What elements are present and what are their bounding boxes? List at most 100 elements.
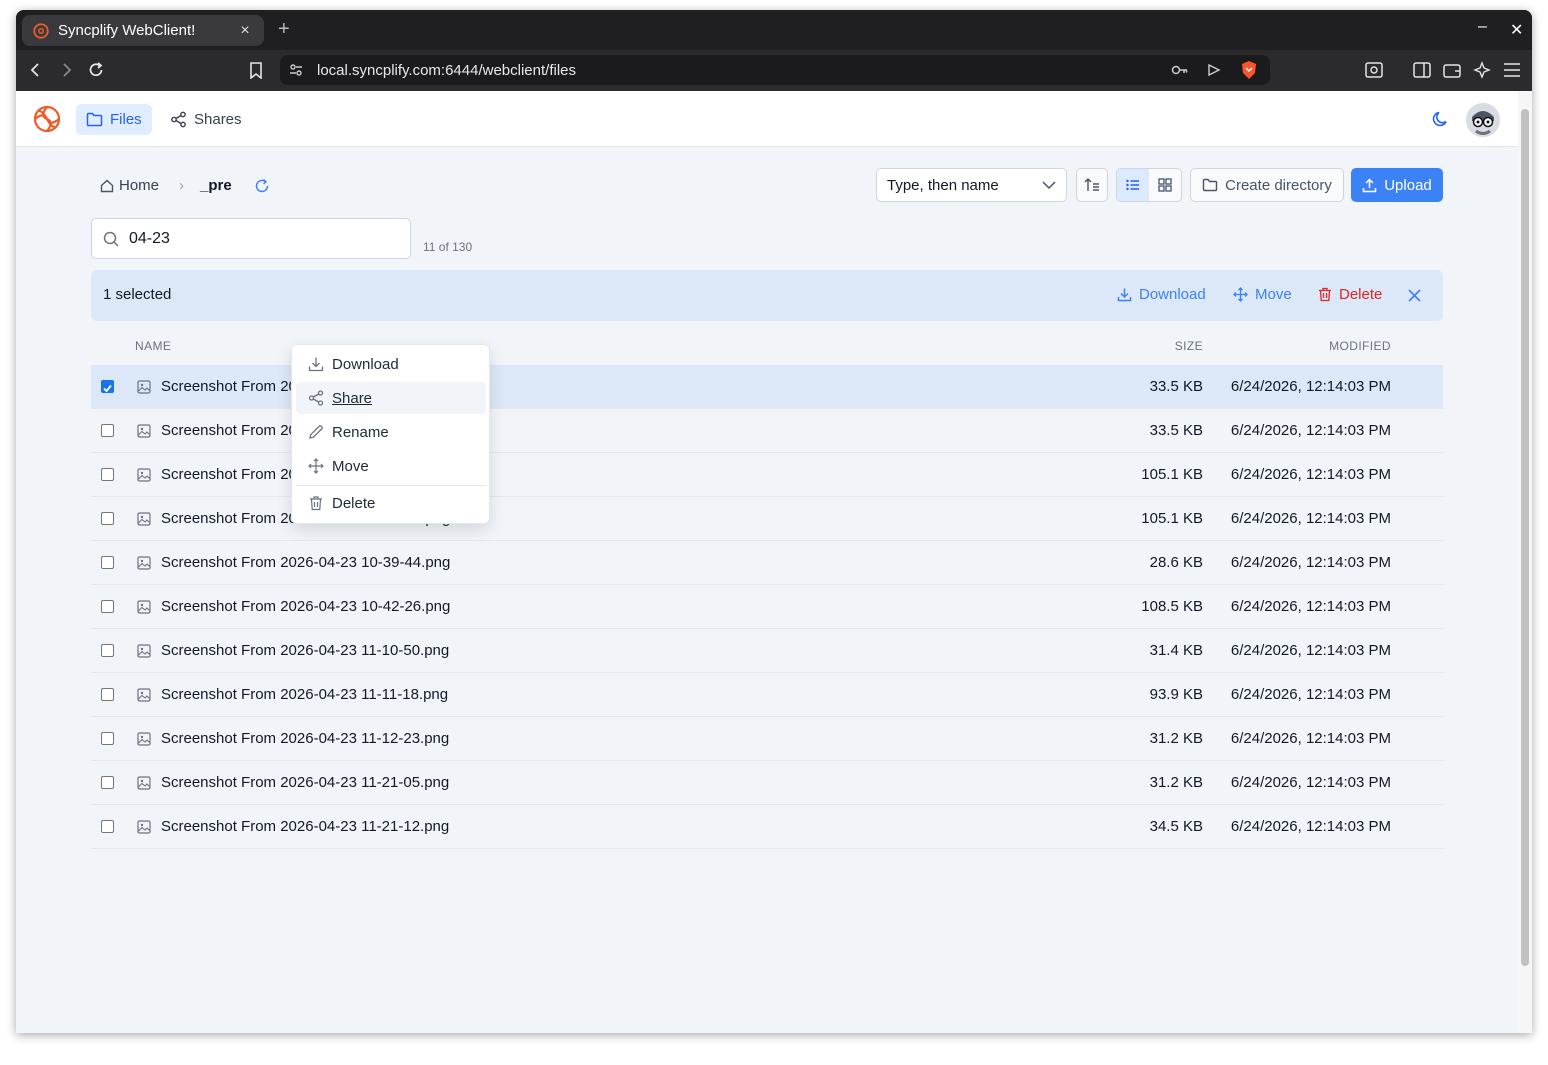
key-icon[interactable]	[1171, 63, 1189, 77]
file-name[interactable]: Screenshot From 2026-04-23 11-11-18.png	[161, 686, 448, 703]
user-avatar[interactable]	[1466, 103, 1500, 137]
tab-title: Syncplify WebClient!	[58, 22, 196, 39]
brave-shield-icon[interactable]	[1240, 60, 1258, 80]
forward-icon[interactable]	[54, 58, 78, 82]
menu-item-share-label: Share	[332, 389, 373, 407]
refresh-icon[interactable]	[254, 178, 270, 194]
menu-icon[interactable]	[1500, 58, 1524, 82]
table-row[interactable]: Screenshot From 2026-04-23 11-10-50.png 3…	[91, 629, 1443, 673]
nav-files-tab[interactable]: Files	[76, 104, 152, 135]
breadcrumb: Home › _pre	[100, 177, 270, 194]
new-tab-button[interactable]: +	[278, 19, 290, 39]
sidebar-toggle-icon[interactable]	[1410, 58, 1434, 82]
row-checkbox[interactable]	[101, 644, 114, 657]
file-modified: 6/24/2026, 12:14:03 PM	[1230, 730, 1391, 747]
leo-ai-icon[interactable]	[1470, 58, 1494, 82]
breadcrumb-current: _pre	[200, 177, 232, 194]
row-checkbox[interactable]	[101, 424, 114, 437]
window-close-button[interactable]: ✕	[1510, 20, 1523, 40]
table-row[interactable]: Screenshot From 2026-04-23 10-42-26.png 1…	[91, 585, 1443, 629]
row-checkbox[interactable]	[101, 600, 114, 613]
file-name[interactable]: Screenshot From 20	[161, 422, 297, 439]
move-icon	[308, 458, 324, 474]
bookmark-icon[interactable]	[244, 58, 268, 82]
bulk-delete-button[interactable]: Delete	[1318, 286, 1382, 303]
file-name[interactable]: Screenshot From 2026-04-23 11-10-50.png	[161, 642, 449, 659]
wallet-icon[interactable]	[1440, 58, 1464, 82]
row-checkbox[interactable]	[101, 380, 114, 393]
dark-mode-moon-icon[interactable]	[1432, 110, 1450, 128]
bulk-move-label: Move	[1255, 286, 1292, 303]
syncplify-logo[interactable]	[32, 104, 62, 134]
search-icon	[103, 231, 119, 247]
row-checkbox[interactable]	[101, 556, 114, 569]
nav-files-label: Files	[110, 111, 142, 128]
back-icon[interactable]	[24, 58, 48, 82]
screenshot-icon[interactable]	[1362, 58, 1386, 82]
file-name[interactable]: Screenshot From 2026-04-23 10-39-44.png	[161, 554, 450, 571]
site-settings-icon[interactable]	[289, 63, 303, 77]
app-header: Files Shares	[16, 91, 1518, 147]
row-checkbox[interactable]	[101, 468, 114, 481]
list-view-button[interactable]	[1117, 169, 1149, 201]
selection-bar: 1 selected Download Move Delete	[91, 270, 1443, 321]
sort-select-value: Type, then name	[887, 176, 999, 194]
chevron-down-icon	[1042, 181, 1056, 189]
menu-item-download-label: Download	[332, 355, 399, 373]
bulk-download-button[interactable]: Download	[1117, 286, 1206, 303]
image-file-icon	[137, 556, 151, 570]
breadcrumb-separator: ›	[179, 177, 185, 194]
file-size: 33.5 KB	[1149, 422, 1203, 439]
row-checkbox[interactable]	[101, 732, 114, 745]
nav-shares-tab[interactable]: Shares	[160, 104, 252, 135]
scrollbar-thumb[interactable]	[1521, 109, 1529, 966]
address-bar[interactable]: local.syncplify.com:6444/webclient/files	[280, 55, 1270, 85]
sort-ascending-icon	[1084, 178, 1099, 191]
row-checkbox[interactable]	[101, 820, 114, 833]
file-name[interactable]: Screenshot From 20	[161, 466, 297, 483]
send-icon[interactable]	[1207, 63, 1221, 77]
menu-item-delete[interactable]: Delete	[296, 487, 486, 519]
column-modified-header[interactable]: MODIFIED	[1329, 339, 1391, 353]
sort-select[interactable]: Type, then name	[876, 168, 1067, 202]
menu-item-download[interactable]: Download	[296, 348, 486, 380]
menu-item-rename[interactable]: Rename	[296, 416, 486, 448]
search-field[interactable]: 04-23	[91, 218, 411, 259]
browser-tab[interactable]: Syncplify WebClient! ×	[22, 15, 264, 46]
bulk-move-button[interactable]: Move	[1233, 286, 1292, 303]
table-row[interactable]: Screenshot From 2026-04-23 11-11-18.png 9…	[91, 673, 1443, 717]
home-icon[interactable]	[100, 179, 114, 193]
sort-direction-button[interactable]	[1076, 168, 1108, 202]
row-checkbox[interactable]	[101, 512, 114, 525]
file-name[interactable]: Screenshot From 2026-04-23 10-42-26.png	[161, 598, 450, 615]
menu-item-share[interactable]: Share	[296, 382, 486, 414]
reload-icon[interactable]	[84, 58, 108, 82]
breadcrumb-home[interactable]: Home	[119, 177, 159, 194]
clear-selection-close-icon[interactable]	[1408, 289, 1421, 302]
file-name[interactable]: Screenshot From 2026-04-23 11-21-05.png	[161, 774, 449, 791]
column-size-header[interactable]: SIZE	[1175, 339, 1203, 353]
upload-button[interactable]: Upload	[1351, 168, 1443, 202]
row-checkbox[interactable]	[101, 688, 114, 701]
table-row[interactable]: Screenshot From 2026-04-23 11-21-05.png 3…	[91, 761, 1443, 805]
minimize-button[interactable]: –	[1478, 18, 1487, 36]
row-checkbox[interactable]	[101, 776, 114, 789]
image-file-icon	[137, 468, 151, 482]
page-scrollbar[interactable]	[1518, 91, 1532, 1033]
tab-close-icon[interactable]: ×	[236, 22, 254, 40]
create-directory-button[interactable]: Create directory	[1190, 168, 1344, 202]
table-row[interactable]: Screenshot From 2026-04-23 11-21-12.png 3…	[91, 805, 1443, 849]
table-row[interactable]: Screenshot From 2026-04-23 10-39-44.png 2…	[91, 541, 1443, 585]
file-modified: 6/24/2026, 12:14:03 PM	[1230, 686, 1391, 703]
file-name[interactable]: Screenshot From 2026-04-23 11-12-23.png	[161, 730, 449, 747]
move-icon	[1233, 287, 1248, 302]
upload-label: Upload	[1384, 176, 1432, 194]
column-name-header[interactable]: NAME	[135, 339, 171, 353]
url-text: local.syncplify.com:6444/webclient/files	[317, 62, 577, 79]
menu-item-move[interactable]: Move	[296, 450, 486, 482]
file-name[interactable]: Screenshot From 20	[161, 378, 297, 395]
file-name[interactable]: Screenshot From 2026-04-23 11-21-12.png	[161, 818, 449, 835]
grid-view-button[interactable]	[1149, 169, 1181, 201]
table-row[interactable]: Screenshot From 2026-04-23 11-12-23.png 3…	[91, 717, 1443, 761]
menu-item-delete-label: Delete	[332, 494, 376, 512]
